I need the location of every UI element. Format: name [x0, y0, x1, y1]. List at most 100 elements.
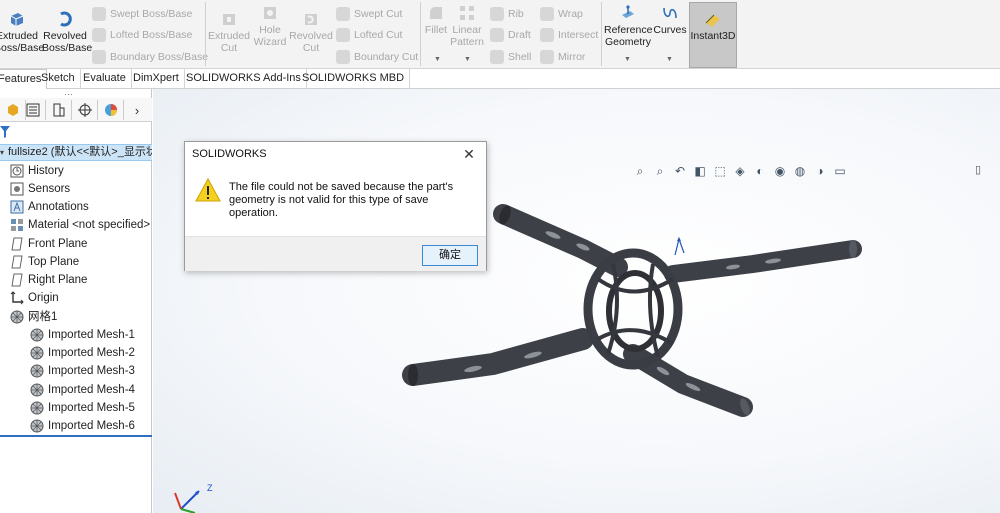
tree-item-label: Imported Mesh-6: [48, 420, 135, 432]
root-collapse-icon[interactable]: ▾: [0, 145, 4, 160]
shell-button[interactable]: Shell: [490, 48, 531, 66]
lofted-cut-label: Lofted Cut: [354, 29, 403, 41]
property-manager-tab-icon[interactable]: [20, 100, 46, 120]
tree-root-part[interactable]: ▾ fullsize2 (默认<<默认>_显示状: [0, 144, 152, 161]
dialog-message: The file could not be saved because the …: [229, 181, 454, 219]
wrap-button[interactable]: Wrap: [540, 5, 583, 23]
extruded-cut-button[interactable]: Extruded Cut: [207, 10, 251, 54]
tree-item-top-plane[interactable]: Top Plane: [10, 253, 79, 271]
tree-item-origin[interactable]: Origin: [10, 289, 59, 307]
tree-item-material[interactable]: Material <not specified>: [10, 216, 150, 234]
view-orientation-icon[interactable]: ◈: [731, 162, 749, 180]
tree-item-front-plane[interactable]: Front Plane: [10, 235, 87, 253]
boundary-cut-button[interactable]: Boundary Cut: [336, 48, 418, 66]
panel-expand-arrow-icon[interactable]: ›: [124, 100, 150, 120]
tree-item-label: Sensors: [28, 183, 71, 195]
lofted-cut-icon: [336, 28, 350, 42]
tree-item-label: Origin: [28, 292, 59, 304]
tree-item-label: Front Plane: [28, 238, 88, 250]
tree-item-imported-mesh-5[interactable]: Imported Mesh-5: [30, 399, 135, 417]
mesh-icon: [30, 401, 44, 415]
lofted-boss-label: Lofted Boss/Base: [110, 29, 193, 41]
lofted-boss-button[interactable]: Lofted Boss/Base: [92, 26, 192, 44]
wrap-icon: [540, 7, 554, 21]
section-view-icon[interactable]: ◧: [691, 162, 709, 180]
rib-label: Rib: [508, 8, 524, 20]
revolved-cut-label-2: Cut: [302, 42, 320, 54]
mirror-button[interactable]: Mirror: [540, 48, 585, 66]
revolved-boss-icon: [60, 11, 72, 27]
ribbon-separator: [420, 2, 421, 66]
extruded-boss-button[interactable]: Extruded Boss/Base: [0, 10, 44, 54]
lofted-cut-button[interactable]: Lofted Cut: [336, 26, 402, 44]
close-icon[interactable]: ✕: [460, 145, 478, 163]
display-style-icon[interactable]: ◐: [751, 162, 769, 180]
tree-item-imported-mesh-1[interactable]: Imported Mesh-1: [30, 326, 135, 344]
configuration-manager-tab-icon[interactable]: [46, 100, 72, 120]
tree-item-sensors[interactable]: Sensors: [10, 180, 70, 198]
tree-item-imported-mesh-2[interactable]: Imported Mesh-2: [30, 344, 135, 362]
zoom-to-fit-icon[interactable]: ⌕: [631, 162, 649, 180]
boundary-cut-icon: [336, 50, 350, 64]
intersect-label: Intersect: [558, 29, 599, 41]
apply-scene-icon[interactable]: ◑: [811, 162, 829, 180]
fillet-dropdown-icon[interactable]: ▼: [434, 56, 441, 63]
tab-solidworks-mbd[interactable]: SOLIDWORKS MBD: [297, 69, 411, 89]
tree-item-label: Right Plane: [28, 274, 88, 286]
extruded-boss-label-2: Boss/Base: [0, 42, 45, 54]
view-settings-icon[interactable]: ▭: [831, 162, 849, 180]
intersect-button[interactable]: Intersect: [540, 26, 598, 44]
mesh-icon: [30, 364, 44, 378]
revolved-cut-button[interactable]: Revolved Cut: [289, 10, 333, 54]
rollback-bar[interactable]: [0, 435, 152, 437]
instant3d-button[interactable]: Instant3D: [689, 2, 737, 68]
tab-solidworks-addins[interactable]: SOLIDWORKS Add-Ins: [181, 69, 307, 89]
boundary-boss-button[interactable]: Boundary Boss/Base: [92, 48, 208, 66]
mirror-label: Mirror: [558, 51, 586, 63]
hole-wizard-button[interactable]: Hole Wizard: [250, 4, 290, 48]
curves-button[interactable]: Curves: [652, 4, 688, 36]
zoom-to-area-icon[interactable]: ⌕: [651, 162, 669, 180]
plane-icon: [11, 255, 23, 269]
rib-button[interactable]: Rib: [490, 5, 524, 23]
swept-boss-icon: [92, 7, 106, 21]
linear-pattern-button[interactable]: Linear Pattern: [448, 4, 486, 48]
tree-item-annotations[interactable]: Annotations: [10, 198, 89, 216]
hide-show-items-icon[interactable]: ◉: [771, 162, 789, 180]
tab-evaluate[interactable]: Evaluate: [78, 69, 132, 89]
reference-geometry-label-1: Reference: [604, 24, 653, 36]
tree-item-imported-mesh-6[interactable]: Imported Mesh-6: [30, 417, 135, 435]
reference-geometry-dropdown-icon[interactable]: ▼: [624, 56, 631, 63]
tree-item-mesh-folder[interactable]: 网格1: [10, 308, 57, 326]
tree-item-label: 网格1: [28, 311, 58, 323]
dimxpert-manager-tab-icon[interactable]: [72, 100, 98, 120]
tab-sketch[interactable]: Sketch: [36, 69, 81, 89]
swept-cut-button[interactable]: Swept Cut: [336, 5, 402, 23]
mesh-icon: [30, 346, 44, 360]
draft-button[interactable]: Draft: [490, 26, 531, 44]
dialog-footer: 确定: [185, 236, 486, 271]
tab-dimxpert[interactable]: DimXpert: [128, 69, 185, 89]
plane-icon: [11, 273, 23, 287]
reference-geometry-button[interactable]: Reference Geometry: [604, 4, 652, 48]
ok-button[interactable]: 确定: [422, 245, 478, 266]
dynamic-annotation-icon[interactable]: ⬚: [711, 162, 729, 180]
tree-filter[interactable]: [0, 123, 152, 143]
triad-z-label: Z: [207, 483, 213, 493]
tree-item-right-plane[interactable]: Right Plane: [10, 271, 87, 289]
revolved-boss-button[interactable]: Revolved Boss/Base: [42, 10, 92, 54]
swept-boss-button[interactable]: Swept Boss/Base: [92, 5, 192, 23]
viewport-restore-icon[interactable]: ▯: [975, 163, 981, 176]
display-manager-tab-icon[interactable]: [98, 100, 124, 120]
tree-item-imported-mesh-3[interactable]: Imported Mesh-3: [30, 362, 135, 380]
curves-dropdown-icon[interactable]: ▼: [666, 56, 673, 63]
linear-pattern-dropdown-icon[interactable]: ▼: [464, 56, 471, 63]
tree-item-history[interactable]: History: [10, 162, 64, 180]
extruded-cut-icon: [223, 14, 235, 25]
tree-item-label: Material <not specified>: [28, 219, 151, 231]
revolved-boss-label-1: Revolved: [43, 30, 87, 42]
edit-appearance-icon[interactable]: ◍: [791, 162, 809, 180]
tree-item-imported-mesh-4[interactable]: Imported Mesh-4: [30, 381, 135, 399]
fillet-button[interactable]: Fillet: [422, 4, 450, 36]
previous-view-icon[interactable]: ↶: [671, 162, 689, 180]
